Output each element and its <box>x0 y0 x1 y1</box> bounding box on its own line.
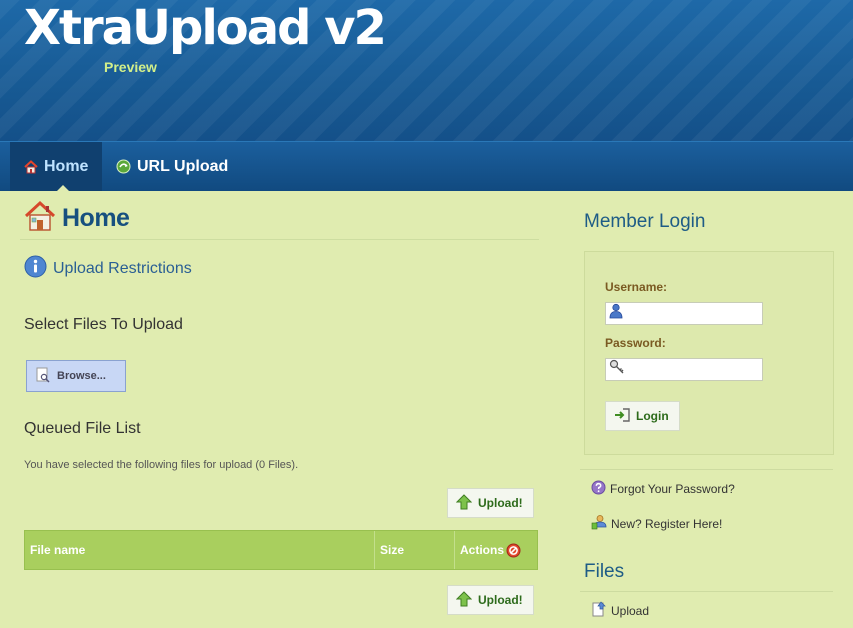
forgot-password-label: Forgot Your Password? <box>610 482 735 496</box>
queued-files-note: You have selected the following files fo… <box>24 459 299 471</box>
login-form: Username: Password: Login <box>584 251 834 455</box>
register-user-icon <box>591 514 607 533</box>
member-login-heading: Member Login <box>584 211 706 232</box>
upload-restrictions-link[interactable]: Upload Restrictions <box>24 255 192 283</box>
register-link[interactable]: New? Register Here! <box>591 514 722 533</box>
site-logo-title[interactable]: XtraUpload v2 <box>24 0 387 58</box>
main-nav: Home URL Upload <box>0 141 853 191</box>
home-page-icon <box>24 200 56 237</box>
password-field[interactable] <box>605 358 763 381</box>
site-header: XtraUpload v2 Preview <box>0 0 853 141</box>
file-table-header: File name Size Actions <box>24 530 538 570</box>
username-label: Username: <box>605 280 668 294</box>
nav-item-url-upload[interactable]: URL Upload <box>116 142 228 191</box>
nav-item-home-label: Home <box>44 157 89 175</box>
globe-icon <box>116 159 131 174</box>
login-arrow-icon <box>614 407 630 426</box>
nav-item-url-upload-label: URL Upload <box>137 157 229 175</box>
help-icon <box>591 480 606 498</box>
file-search-icon <box>35 367 51 386</box>
files-upload-link[interactable]: Upload <box>591 601 649 620</box>
upload-restrictions-label: Upload Restrictions <box>53 260 192 277</box>
column-file-name: File name <box>25 531 375 569</box>
files-divider <box>580 591 833 592</box>
username-input[interactable] <box>626 304 756 323</box>
forgot-password-link[interactable]: Forgot Your Password? <box>591 480 735 498</box>
login-button-label: Login <box>636 409 669 423</box>
sidebar-divider <box>580 469 833 470</box>
page-title: Home <box>62 204 130 232</box>
nav-active-indicator <box>57 185 69 191</box>
upload-button-bottom[interactable]: Upload! <box>447 585 534 615</box>
upload-button-top[interactable]: Upload! <box>447 488 534 518</box>
cancel-all-icon[interactable] <box>506 543 521 558</box>
upload-file-icon <box>591 601 607 620</box>
password-label: Password: <box>605 336 666 350</box>
column-actions-label: Actions <box>460 543 505 557</box>
register-label: New? Register Here! <box>611 516 723 531</box>
password-input[interactable] <box>628 360 758 379</box>
nav-item-home[interactable]: Home <box>10 142 102 191</box>
info-icon <box>24 255 47 283</box>
column-actions: Actions <box>455 531 537 569</box>
upload-button-top-label: Upload! <box>478 496 523 510</box>
files-heading: Files <box>584 561 625 582</box>
username-field[interactable] <box>605 302 763 325</box>
page-header: Home <box>24 200 130 237</box>
home-icon <box>24 159 38 174</box>
browse-button[interactable]: Browse... <box>26 360 126 392</box>
select-files-heading: Select Files To Upload <box>24 316 183 333</box>
files-upload-label: Upload <box>611 603 650 618</box>
title-divider <box>20 239 539 240</box>
upload-button-bottom-label: Upload! <box>478 593 523 607</box>
key-icon <box>609 359 625 380</box>
queued-file-list-heading: Queued File List <box>24 420 141 437</box>
upload-arrow-icon <box>455 590 473 610</box>
site-logo-subtitle: Preview <box>104 59 157 75</box>
column-size: Size <box>375 531 455 569</box>
user-icon <box>609 303 623 324</box>
login-button[interactable]: Login <box>605 401 680 431</box>
upload-arrow-icon <box>455 493 473 513</box>
browse-button-label: Browse... <box>57 370 106 382</box>
